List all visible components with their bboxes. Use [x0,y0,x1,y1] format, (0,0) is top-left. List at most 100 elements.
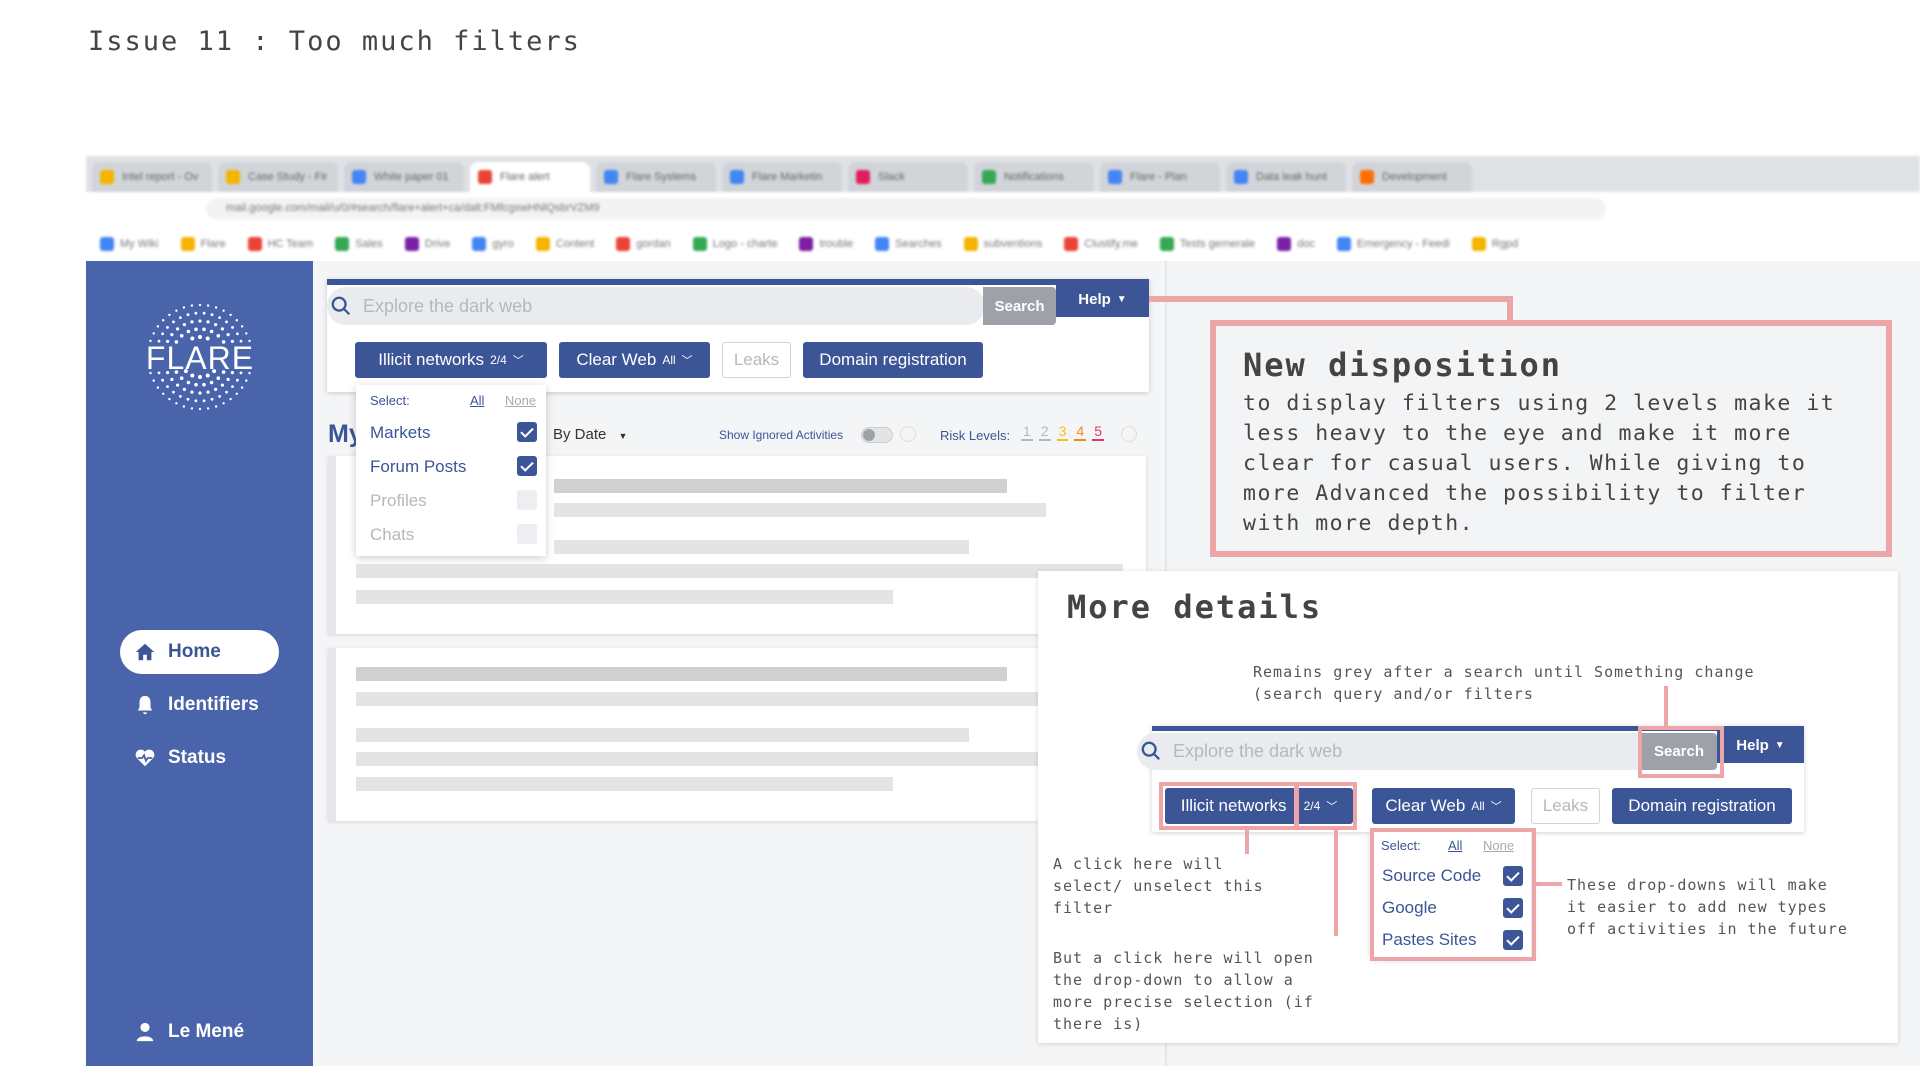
risk-level-3[interactable]: 3 [1056,423,1069,441]
bookmark-item[interactable]: Flare [180,236,226,251]
user-menu[interactable]: Le Mené [120,1010,279,1054]
markets-checkbox[interactable] [517,422,537,442]
logo-dot [198,335,202,339]
browser-tab[interactable]: Data leak hunt [1226,162,1346,192]
search-placeholder: Explore the dark web [363,295,533,316]
user-icon [136,1022,154,1042]
bookmark-item[interactable]: Clustify.me [1064,236,1138,251]
placeholder-line [554,503,1046,517]
bookmark-item[interactable]: Searches [875,236,942,251]
logo-dot [170,333,174,337]
logo-dot [190,390,194,394]
logo-dot [225,320,228,324]
sidebar-item-status[interactable]: Status [120,736,279,780]
logo-dot [179,316,182,319]
bookmark-icon [335,236,350,251]
search-input[interactable]: Explore the dark web [327,287,985,325]
bookmark-item[interactable]: trouble [799,236,853,251]
select-none-link[interactable]: None [505,393,536,408]
sort-select[interactable]: By Date ▼ [553,426,627,443]
sort-label: By Date [553,426,607,443]
mini-help-button[interactable]: Help ▼ [1717,727,1804,763]
bookmark-item[interactable]: subventions [963,236,1042,251]
browser-tab[interactable]: Flare Marketin [722,162,842,192]
dropdown-item-forum-posts[interactable]: Forum Posts [370,457,466,477]
tab-title: Slack [878,171,905,183]
logo-dot [245,379,248,382]
browser-tab[interactable]: Flare - Plan [1100,162,1220,192]
browser-tab[interactable]: Slack [848,162,968,192]
logo-dot [206,304,210,307]
logo-dot [220,383,224,387]
search-placeholder: Explore the dark web [1173,741,1343,761]
filter-clear-web[interactable]: Clear Web All ﹀ [559,342,710,378]
bookmark-label: doc [1297,237,1315,250]
mini-filter-leaks[interactable]: Leaks [1531,788,1600,824]
bookmark-item[interactable]: Emergency - Feedi [1336,236,1450,251]
sidebar-item-identifiers[interactable]: Identifiers [120,683,279,727]
chats-checkbox[interactable] [517,524,537,544]
logo-dot [186,397,190,401]
bookmark-item[interactable]: Tests gernerale [1159,236,1255,251]
highlight-dropdown [1370,828,1536,961]
issue-title: Issue 11 : Too much filters [88,26,581,57]
mini-search-input[interactable]: Explore the dark web [1137,733,1659,770]
search-button[interactable]: Search [983,287,1056,325]
filter-count: 2/4 [490,353,507,367]
mini-filter-clear-web[interactable]: Clear Web All ﹀ [1372,788,1515,824]
bookmark-item[interactable]: gordan [616,236,671,251]
logo-dot [162,392,165,395]
logo-dot [206,320,210,324]
filter-illicit-networks[interactable]: Illicit networks 2/4 ﹀ [355,342,547,378]
dropdown-item-chats[interactable]: Chats [370,525,414,545]
sidebar-item-home[interactable]: Home [120,630,279,674]
risk-level-2[interactable]: 2 [1038,423,1051,441]
bookmark-item[interactable]: My Wiki [100,236,159,251]
browser-tab[interactable]: Intel report - Ov [92,162,212,192]
browser-tab[interactable]: Flare Systems [596,162,716,192]
logo-dot [194,311,198,315]
profiles-checkbox[interactable] [517,490,537,510]
select-label: Select: [370,393,410,408]
bookmark-icon [963,236,978,251]
browser-tab[interactable]: Case Study - Fir [218,162,338,192]
bookmark-item[interactable]: Sales [335,236,383,251]
logo-dot [186,380,191,385]
select-all-link[interactable]: All [470,393,484,408]
logo-dot [202,382,206,387]
risk-level-4[interactable]: 4 [1074,423,1087,441]
dropdown-item-markets[interactable]: Markets [370,423,430,443]
help-button[interactable]: Help ▼ [1056,281,1149,317]
bookmark-item[interactable]: Rgpd [1471,236,1518,251]
highlight-filter-chevron [1295,782,1357,830]
logo-dot [222,402,225,405]
filter-domain-registration[interactable]: Domain registration [803,342,983,378]
url-field[interactable]: mail.google.com/mail/u/0/#search/flare+a… [206,198,1606,220]
bookmark-item[interactable]: doc [1277,236,1315,251]
browser-tab[interactable]: Flare alert [470,162,590,192]
filter-count: All [1471,799,1485,813]
risk-level-5[interactable]: 5 [1092,423,1104,441]
logo-dot [229,397,232,401]
dropdown-item-profiles[interactable]: Profiles [370,491,427,511]
help-label: Help [1078,290,1111,308]
bookmark-item[interactable]: Logo - charte [692,236,777,251]
bookmark-item[interactable]: gyro [472,236,514,251]
browser-tab[interactable]: White paper 01 [344,162,464,192]
mini-filter-domain-registration[interactable]: Domain registration [1612,788,1792,824]
forum-posts-checkbox[interactable] [517,456,537,476]
placeholder-line [356,728,969,742]
show-ignored-toggle[interactable] [861,427,893,443]
bookmark-item[interactable]: HC Team [247,236,313,251]
logo-dot [202,399,206,403]
browser-tab[interactable]: Notifications [974,162,1094,192]
sidebar-item-label: Status [168,747,227,768]
risk-level-1[interactable]: 1 [1021,423,1033,441]
browser-tab[interactable]: Development [1352,162,1472,192]
bookmark-label: Content [555,237,595,250]
bookmark-item[interactable]: Drive [404,236,450,251]
logo-dot [216,334,221,338]
filter-leaks[interactable]: Leaks [722,342,791,378]
favicon-icon [1234,170,1248,184]
bookmark-item[interactable]: Content [535,236,595,251]
